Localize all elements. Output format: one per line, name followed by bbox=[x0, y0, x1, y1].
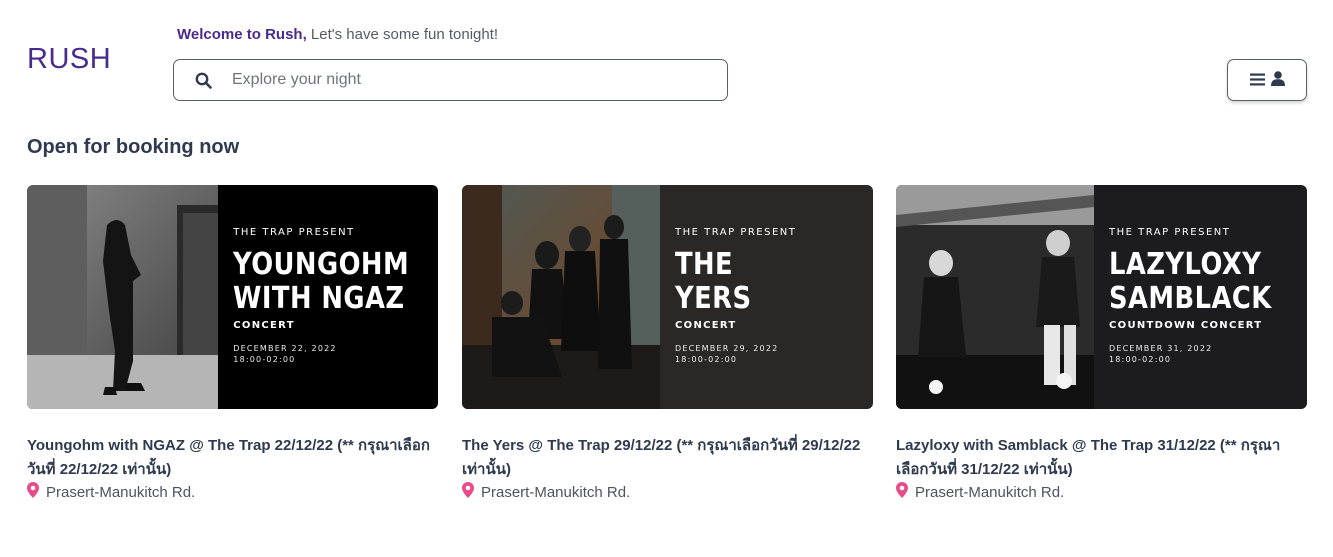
event-title[interactable]: Lazyloxy with Samblack @ The Trap 31/12/… bbox=[896, 434, 1307, 482]
event-poster-panel: THE TRAP PRESENT LAZYLOXY SAMBLACK COUNT… bbox=[1094, 185, 1307, 409]
welcome-text: Let's have some fun tonight! bbox=[306, 26, 499, 43]
poster-time: 18:00-02:00 bbox=[233, 355, 296, 364]
poster-time: 18:00-02:00 bbox=[675, 355, 738, 364]
poster-time: 18:00-02:00 bbox=[1109, 355, 1172, 364]
search-bar[interactable] bbox=[173, 59, 728, 101]
poster-date: DECEMBER 31, 2022 bbox=[1109, 344, 1213, 353]
event-location: Prasert-Manukitch Rd. bbox=[896, 482, 1307, 502]
section-title: Open for booking now bbox=[27, 136, 240, 158]
search-icon[interactable] bbox=[174, 60, 232, 100]
poster-presenter: THE TRAP PRESENT bbox=[233, 227, 355, 238]
poster-presenter: THE TRAP PRESENT bbox=[675, 227, 797, 238]
user-icon bbox=[1270, 70, 1285, 90]
event-poster[interactable]: THE TRAP PRESENT YOUNGOHM WITH NGAZ CONC… bbox=[27, 185, 438, 409]
event-poster-panel: THE TRAP PRESENT YOUNGOHM WITH NGAZ CONC… bbox=[218, 185, 438, 409]
poster-artist-line2: YERS bbox=[675, 281, 752, 316]
event-card[interactable]: THE TRAP PRESENT THE YERS CONCERT DECEMB… bbox=[462, 185, 873, 502]
poster-event-type: CONCERT bbox=[675, 320, 737, 331]
account-menu-button[interactable] bbox=[1227, 59, 1307, 101]
map-pin-icon bbox=[896, 482, 908, 502]
welcome-brand: Welcome to Rush, bbox=[177, 26, 307, 43]
event-poster[interactable]: THE TRAP PRESENT LAZYLOXY SAMBLACK COUNT… bbox=[896, 185, 1307, 409]
poster-artist-line1: YOUNGOHM bbox=[233, 247, 410, 282]
event-location-text: Prasert-Manukitch Rd. bbox=[481, 483, 631, 501]
welcome-message: Welcome to Rush, Let's have some fun ton… bbox=[177, 26, 498, 43]
event-location-text: Prasert-Manukitch Rd. bbox=[915, 483, 1065, 501]
event-poster[interactable]: THE TRAP PRESENT THE YERS CONCERT DECEMB… bbox=[462, 185, 873, 409]
poster-date: DECEMBER 22, 2022 bbox=[233, 344, 337, 353]
event-location-text: Prasert-Manukitch Rd. bbox=[46, 483, 196, 501]
poster-date: DECEMBER 29, 2022 bbox=[675, 344, 779, 353]
event-card[interactable]: THE TRAP PRESENT LAZYLOXY SAMBLACK COUNT… bbox=[896, 185, 1307, 502]
search-input[interactable] bbox=[232, 71, 702, 89]
menu-icon bbox=[1249, 71, 1265, 90]
event-photo bbox=[462, 185, 660, 409]
event-poster-panel: THE TRAP PRESENT THE YERS CONCERT DECEMB… bbox=[660, 185, 873, 409]
poster-artist-line2: WITH NGAZ bbox=[233, 281, 405, 316]
event-title[interactable]: Youngohm with NGAZ @ The Trap 22/12/22 (… bbox=[27, 434, 438, 482]
poster-artist-line2: SAMBLACK bbox=[1109, 281, 1272, 316]
app-logo[interactable]: RUSH bbox=[27, 43, 111, 76]
event-card[interactable]: THE TRAP PRESENT YOUNGOHM WITH NGAZ CONC… bbox=[27, 185, 438, 502]
poster-event-type: CONCERT bbox=[233, 320, 295, 331]
event-location: Prasert-Manukitch Rd. bbox=[27, 482, 438, 502]
poster-artist-line1: LAZYLOXY bbox=[1109, 247, 1262, 282]
map-pin-icon bbox=[462, 482, 474, 502]
map-pin-icon bbox=[27, 482, 39, 502]
poster-event-type: COUNTDOWN CONCERT bbox=[1109, 320, 1263, 331]
event-title[interactable]: The Yers @ The Trap 29/12/22 (** กรุณาเล… bbox=[462, 434, 873, 482]
poster-presenter: THE TRAP PRESENT bbox=[1109, 227, 1231, 238]
event-photo bbox=[27, 185, 219, 409]
event-location: Prasert-Manukitch Rd. bbox=[462, 482, 873, 502]
event-photo bbox=[896, 185, 1094, 409]
poster-artist-line1: THE bbox=[675, 247, 734, 282]
